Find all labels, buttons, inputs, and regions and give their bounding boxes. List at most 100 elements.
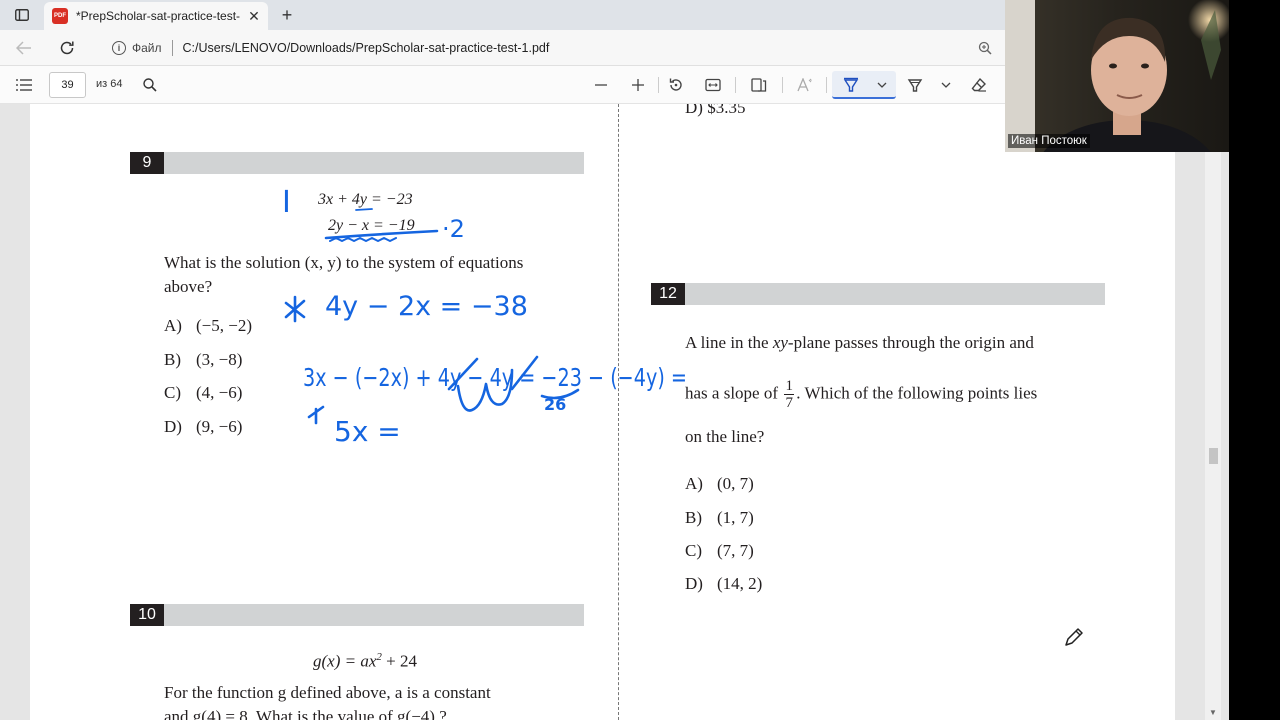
question-prompt: For the function g defined above, a is a… [164, 683, 491, 702]
address-bar: i Файл C:/Users/LENOVO/Downloads/PrepSch… [0, 30, 1005, 66]
sidebar-tabs-icon [15, 9, 29, 21]
answer-choice[interactable]: C) (4, −6) [164, 381, 242, 405]
choice-text: (7, 7) [717, 541, 754, 560]
tab-strip: PDF *PrepScholar-sat-practice-test-1 ✕ + [0, 0, 1005, 30]
contents-button[interactable] [14, 75, 34, 95]
refresh-button[interactable] [57, 38, 77, 58]
pen-draw-icon [907, 79, 923, 92]
rotate-icon [669, 78, 682, 91]
choice-text: (4, −6) [196, 383, 243, 402]
question-header-10: 10 [130, 604, 584, 626]
highlighter-icon [843, 77, 859, 92]
question-prompt: on the line? [685, 427, 765, 446]
search-icon [143, 78, 157, 92]
choice-text: (0, 7) [717, 474, 754, 493]
prompt-text: A line in the [685, 333, 773, 352]
choice-letter: D) [685, 574, 703, 593]
page-view-button[interactable] [749, 75, 769, 95]
screen-edge [1229, 0, 1280, 720]
info-icon[interactable]: i [112, 41, 126, 55]
prompt-text: . Which of the following points lies [796, 383, 1038, 403]
answer-choice[interactable]: A) (0, 7) [685, 472, 754, 496]
tab-actions-button[interactable] [8, 5, 36, 25]
rotate-button[interactable] [666, 75, 686, 95]
zoom-in-button[interactable] [628, 75, 648, 95]
toolbar-divider [782, 77, 783, 93]
back-button[interactable] [14, 38, 34, 58]
read-aloud-icon [797, 78, 812, 92]
prompt-variable: xy [772, 333, 788, 352]
page-view-icon [751, 78, 767, 92]
zoom-out-button[interactable] [591, 75, 611, 95]
eraser-icon [971, 77, 986, 92]
choice-letter: C) [164, 383, 181, 402]
vertical-scrollbar[interactable]: ▼ [1205, 104, 1221, 720]
pdf-toolbar: 39 из 64 [0, 66, 1005, 104]
equation-line: 2y − x = −19 [328, 217, 415, 234]
omnibox[interactable]: i Файл C:/Users/LENOVO/Downloads/PrepSch… [100, 33, 1000, 63]
highlight-button[interactable] [841, 75, 861, 95]
url-text[interactable]: C:/Users/LENOVO/Downloads/PrepScholar-sa… [183, 41, 550, 55]
page-total-label: из 64 [96, 78, 123, 90]
draw-button[interactable] [905, 75, 925, 95]
new-tab-button[interactable]: + [276, 4, 298, 26]
function-definition: g(x) = ax2 + 24 [313, 645, 417, 674]
plus-icon [632, 79, 644, 91]
erase-button[interactable] [969, 75, 989, 95]
choice-letter: A) [164, 316, 182, 335]
question-number: 12 [651, 283, 685, 305]
choice-text: (−5, −2) [196, 316, 252, 335]
scroll-thumb[interactable] [1209, 448, 1218, 464]
arrow-left-icon [16, 41, 31, 55]
answer-choice[interactable]: A) (−5, −2) [164, 314, 252, 338]
page-number-input[interactable]: 39 [49, 72, 86, 98]
answer-choice[interactable]: D) (14, 2) [685, 572, 762, 596]
omnibox-divider [171, 40, 173, 56]
choice-text: (9, −6) [196, 417, 243, 436]
pdf-viewport[interactable]: D) $3.35 9 3x + 4y = −23 2y − x = −19 Wh… [0, 104, 1229, 720]
participant-name: Иван Постоюк [1008, 134, 1090, 148]
participant-video-icon [1005, 0, 1229, 152]
question-header-9: 9 [130, 152, 584, 174]
webcam-video-tile: Иван Постоюк [1005, 0, 1229, 152]
tab-close-button[interactable]: ✕ [246, 8, 262, 25]
answer-choice[interactable]: B) (3, −8) [164, 348, 242, 372]
tab-title: *PrepScholar-sat-practice-test-1 [76, 9, 240, 23]
highlight-options-button[interactable] [875, 75, 889, 95]
toolbar-divider [735, 77, 736, 93]
question-number: 9 [130, 152, 164, 174]
answer-choice[interactable]: D) (9, −6) [164, 415, 242, 439]
chevron-down-icon [877, 82, 887, 88]
read-aloud-button[interactable] [795, 75, 815, 95]
fit-page-button[interactable] [703, 75, 723, 95]
table-of-contents-icon [16, 79, 32, 91]
question-header-12: 12 [651, 283, 1105, 305]
find-button[interactable] [140, 75, 160, 95]
scheme-label: Файл [132, 41, 162, 55]
choice-letter: B) [685, 508, 702, 527]
equation-line: 3x + 4y = −23 [318, 191, 413, 208]
scroll-down-arrow-icon[interactable]: ▼ [1209, 708, 1217, 717]
choice-letter: C) [685, 541, 702, 560]
choice-letter: A) [685, 474, 703, 493]
choice-letter: B) [164, 350, 181, 369]
choice-text: (3, −8) [196, 350, 243, 369]
browser-tab-active[interactable]: PDF *PrepScholar-sat-practice-test-1 ✕ [44, 2, 268, 30]
question-number: 10 [130, 604, 164, 626]
pdf-file-icon: PDF [52, 8, 68, 24]
zoom-icon[interactable] [978, 41, 992, 60]
refresh-icon [60, 41, 74, 55]
toolbar-divider [826, 77, 827, 93]
slope-fraction: 17 [784, 378, 795, 411]
choice-letter: D) [164, 417, 182, 436]
prompt-text: -plane passes through the origin and [787, 333, 1034, 352]
equation-text: + 24 [381, 651, 417, 671]
equation-text: g(x) = ax [313, 651, 377, 671]
fraction-denominator: 7 [785, 395, 794, 411]
fraction-numerator: 1 [785, 378, 794, 394]
draw-options-button[interactable] [939, 75, 953, 95]
answer-choice[interactable]: C) (7, 7) [685, 539, 754, 563]
question-prompt: A line in the xy-plane passes through th… [685, 331, 1034, 355]
answer-choice[interactable]: B) (1, 7) [685, 506, 754, 530]
toolbar-divider [658, 77, 659, 93]
